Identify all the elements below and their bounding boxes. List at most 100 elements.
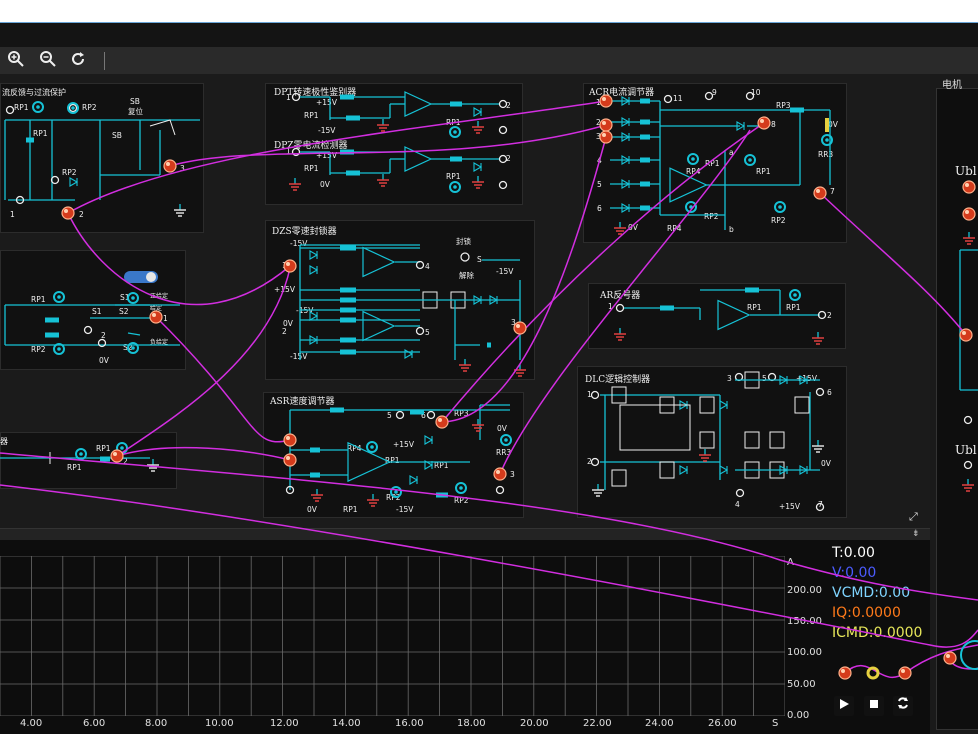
rp1-label: RP1: [304, 164, 319, 173]
node-label: 2: [506, 101, 511, 110]
rp1-label: RP1: [747, 303, 762, 312]
node-label: 1: [587, 390, 592, 399]
title-bar: [0, 0, 978, 23]
toolbar-separator: [104, 52, 105, 70]
readout-vcmd: VCMD:0.00: [832, 585, 911, 601]
node-label: 5: [387, 411, 392, 420]
node-label: 1: [596, 98, 601, 107]
x-tick: 10.00: [205, 718, 234, 729]
rp4-label: RP4: [667, 224, 682, 233]
stop-button[interactable]: [864, 696, 884, 716]
x-tick: 12.00: [270, 718, 299, 729]
rp4-label: RP4: [686, 167, 701, 176]
node-label: 2: [282, 327, 287, 336]
sb-label: SB: [130, 97, 140, 106]
x-tick: 24.00: [645, 718, 674, 729]
rp2-label: RP2: [62, 168, 77, 177]
rp2-label: RP2: [386, 493, 401, 502]
module-lower-left[interactable]: [0, 432, 177, 489]
toggle-knob: [146, 272, 156, 282]
collapse-icon[interactable]: ⇟: [912, 529, 920, 539]
voltage-label: 0V: [320, 180, 330, 189]
positive-label: 正给定: [150, 293, 169, 300]
readout-iq: IQ:0.0000: [832, 605, 901, 621]
node-label: 3: [727, 374, 732, 383]
rp1-label: RP1: [385, 456, 400, 465]
node-label: 1: [10, 210, 15, 219]
voltage-label: +15V: [316, 98, 337, 107]
zero-label: 给定: [150, 305, 163, 312]
voltage-label: -15V: [290, 352, 308, 361]
voltage-label: +15V: [779, 502, 800, 511]
module-title: ASR速度调节器: [270, 397, 335, 407]
cycle-button[interactable]: [893, 696, 913, 716]
y-tick: 100.00: [787, 647, 822, 658]
release-label: 解除: [459, 271, 474, 280]
module-title: DZS零速封锁器: [272, 227, 337, 237]
rp1-label: RP1: [33, 129, 48, 138]
voltage-label: 0V: [497, 424, 507, 433]
voltage-label: +15V: [393, 440, 414, 449]
rp2-label: RP2: [454, 496, 469, 505]
x-tick: 18.00: [457, 718, 486, 729]
ubl-label: Ubl: [955, 443, 977, 457]
node-label: 1: [163, 314, 168, 323]
node-label: 2: [101, 331, 106, 340]
expand-icon[interactable]: ⤢: [909, 510, 918, 524]
node-label: 4: [425, 262, 430, 271]
zoom-in-icon[interactable]: [6, 50, 26, 70]
zoom-out-icon[interactable]: [38, 50, 58, 70]
y-tick: 150.00: [787, 616, 822, 627]
node-label: 3: [510, 470, 515, 479]
node-label: 2: [506, 154, 511, 163]
node-label: 1: [286, 93, 291, 102]
node-label: 9: [712, 88, 717, 97]
node-label: 1: [286, 147, 291, 156]
voltage-label: 0V: [821, 459, 831, 468]
voltage-label: +15V: [316, 151, 337, 160]
rp2-label: RP2: [704, 212, 719, 221]
voltage-label: -15V: [496, 267, 514, 276]
y-tick: A: [787, 557, 794, 568]
node-label: 2: [79, 210, 84, 219]
s2-label: S2: [123, 343, 133, 352]
rp4-label: RP4: [347, 444, 362, 453]
negative-label: 负给定: [150, 339, 169, 346]
rp1-label: RP1: [31, 295, 46, 304]
x-tick: 14.00: [332, 718, 361, 729]
node-label: 1: [282, 261, 287, 270]
node-b-label: b: [729, 225, 734, 234]
x-tick: 8.00: [145, 718, 168, 729]
x-tick: 4.00: [20, 718, 43, 729]
rp1-label: RP1: [786, 303, 801, 312]
motor-panel-body[interactable]: [936, 88, 978, 730]
module-dlc[interactable]: [577, 366, 847, 518]
module-title: ACR电流调节器: [589, 88, 655, 98]
scope-grid: [0, 556, 785, 716]
voltage-label: -15V: [290, 239, 308, 248]
play-button[interactable]: [834, 696, 854, 716]
x-tick: S: [772, 718, 779, 729]
x-tick: 26.00: [708, 718, 737, 729]
voltage-label: -15V: [296, 306, 314, 315]
switch-s-label: S: [477, 255, 482, 264]
voltage-label: -15V: [396, 505, 414, 514]
module-overcurrent[interactable]: [0, 83, 204, 233]
node-label: 6: [597, 204, 602, 213]
module-title: 流反馈与过流保护: [2, 88, 66, 97]
rr3-label: RR3: [496, 448, 512, 457]
rp1-label: RP1: [446, 172, 461, 181]
cycle-icon: [898, 697, 908, 709]
refresh-icon[interactable]: [68, 50, 88, 70]
toolbar: [0, 47, 978, 75]
node-label: 4: [597, 156, 602, 165]
node-label: 7: [818, 500, 823, 509]
rp1-label: RP1: [434, 461, 449, 470]
voltage-label: 0V: [828, 120, 838, 129]
node-label: 2: [596, 118, 601, 127]
node-label: 3: [511, 318, 516, 327]
rp1-label: RP1: [304, 111, 319, 120]
rp2-label: RP2: [771, 216, 786, 225]
rp3-label: RP3: [454, 409, 469, 418]
node-label: 2: [587, 457, 592, 466]
